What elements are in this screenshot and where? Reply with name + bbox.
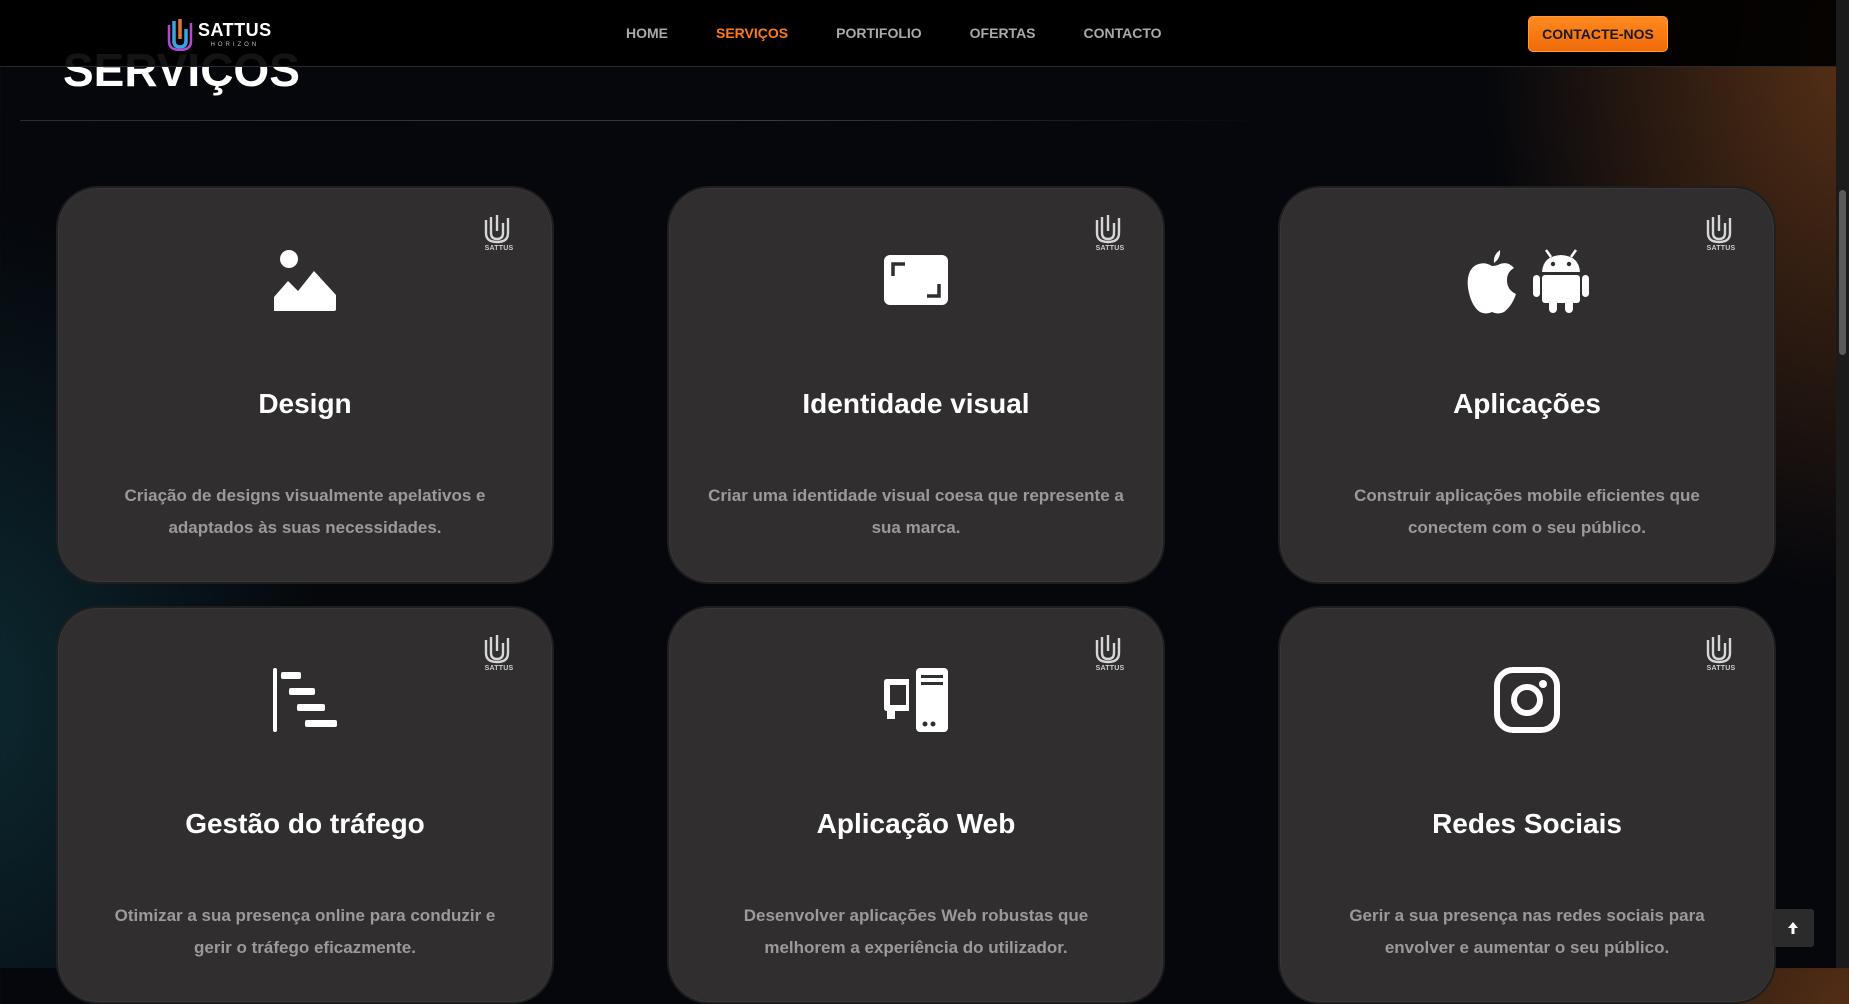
service-card-aplicacoes[interactable]: SATTUS Aplicações Construir aplicações m… — [1278, 186, 1776, 584]
android-icon — [1533, 249, 1589, 313]
card-title: Gestão do tráfego — [185, 808, 425, 839]
card-title: Design — [258, 388, 352, 419]
nav-portifolio[interactable]: PORTIFOLIO — [836, 25, 922, 41]
instagram-icon — [1280, 664, 1774, 736]
brand-logo[interactable]: SATTUS HORIZON — [166, 16, 272, 52]
apple-icon — [1467, 250, 1516, 314]
service-card-redes-sociais[interactable]: SATTUS Redes Sociais Gerir a sua presenç… — [1278, 606, 1776, 1004]
sattus-badge-icon — [1706, 215, 1732, 244]
service-card-gestao-trafego[interactable]: SATTUS Gestão do tráfego Otimizar a sua … — [56, 606, 554, 1004]
card-description: Construir aplicações mobile eficientes q… — [1354, 486, 1700, 537]
stream-icon — [58, 664, 552, 736]
sattus-badge-icon — [484, 635, 510, 664]
desktop-tower-icon — [669, 664, 1163, 736]
service-card-design[interactable]: SATTUS Design Criação de designs visualm… — [56, 186, 554, 584]
scroll-to-top-button[interactable] — [1772, 909, 1814, 947]
card-title: Aplicação Web — [816, 808, 1016, 839]
contact-us-button[interactable]: CONTACTE-NOS — [1528, 16, 1668, 52]
main-nav: HOME SERVIÇOS PORTIFOLIO OFERTAS CONTACT… — [626, 25, 1210, 41]
sattus-badge-icon — [1706, 635, 1732, 664]
brand-tagline: HORIZON — [210, 41, 260, 48]
sattus-badge-icon — [1095, 635, 1121, 664]
service-card-identidade-visual[interactable]: SATTUS Identidade visual Criar uma ident… — [667, 186, 1165, 584]
apple-android-icon — [1280, 244, 1774, 316]
card-title: Identidade visual — [802, 388, 1030, 419]
nav-contacto[interactable]: CONTACTO — [1084, 25, 1162, 41]
nav-home[interactable]: HOME — [626, 25, 668, 41]
card-description: Otimizar a sua presença online para cond… — [114, 906, 496, 957]
card-description: Criação de designs visualmente apelativo… — [124, 486, 486, 537]
service-card-aplicacao-web[interactable]: SATTUS Aplicação Web Desenvolver aplicaç… — [667, 606, 1165, 1004]
sattus-badge-icon — [1095, 215, 1121, 244]
page-scrollbar[interactable] — [1836, 0, 1849, 968]
top-navbar: SATTUS HORIZON HOME SERVIÇOS PORTIFOLIO … — [0, 0, 1836, 67]
card-title: Redes Sociais — [1432, 808, 1622, 839]
card-description: Criar uma identidade visual coesa que re… — [708, 486, 1124, 537]
arrow-up-icon — [1788, 922, 1798, 934]
card-description: Desenvolver aplicações Web robustas que … — [743, 906, 1089, 957]
image-icon — [58, 244, 552, 316]
sattus-logo-icon — [167, 19, 193, 51]
nav-servicos[interactable]: SERVIÇOS — [716, 25, 788, 41]
nav-ofertas[interactable]: OFERTAS — [970, 25, 1036, 41]
card-title: Aplicações — [1453, 388, 1601, 419]
sattus-badge-icon — [484, 215, 510, 244]
section-divider — [20, 120, 1270, 121]
brand-name: SATTUS — [198, 19, 272, 40]
expand-screen-icon — [669, 244, 1163, 316]
card-description: Gerir a sua presença nas redes sociais p… — [1349, 906, 1705, 957]
scrollbar-thumb[interactable] — [1839, 190, 1846, 355]
